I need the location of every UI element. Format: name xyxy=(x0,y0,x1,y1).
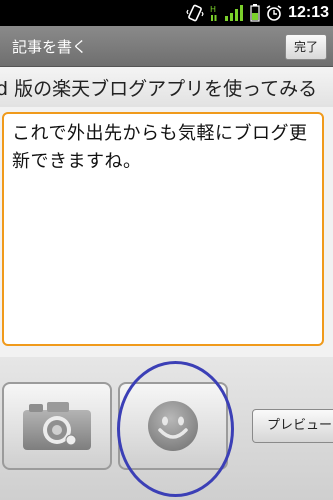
subject-field[interactable]: d 版の楽天ブログアプリを使ってみる xyxy=(0,67,333,108)
emoji-button[interactable] xyxy=(118,382,228,470)
preview-button[interactable]: プレビュー xyxy=(252,409,333,443)
svg-text:H: H xyxy=(210,5,216,14)
hspa-icon: H xyxy=(210,4,218,22)
status-icons: H 12:13 xyxy=(186,0,329,26)
done-button[interactable]: 完了 xyxy=(285,34,327,60)
vibrate-icon xyxy=(186,4,204,22)
smiley-icon xyxy=(148,401,198,451)
alarm-icon xyxy=(266,4,282,22)
page-title: 記事を書く xyxy=(12,38,88,56)
status-time: 12:13 xyxy=(288,4,329,21)
subject-value: d 版の楽天ブログアプリを使ってみる xyxy=(0,78,318,100)
status-bar: H 12:13 xyxy=(0,0,333,26)
signal-icon xyxy=(224,4,244,22)
title-bar: 記事を書く 完了 xyxy=(0,26,333,67)
battery-icon xyxy=(250,4,260,22)
body-textarea[interactable]: これで外出先からも気軽にブログ更新できますね。 xyxy=(2,112,324,346)
camera-icon xyxy=(23,402,91,450)
camera-button[interactable] xyxy=(2,382,112,470)
